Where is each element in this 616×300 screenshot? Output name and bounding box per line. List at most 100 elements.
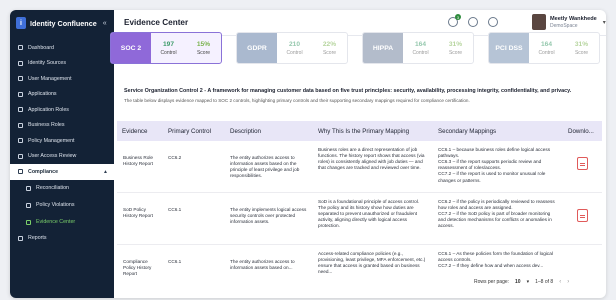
framework-card-soc2[interactable]: SOC 2 197 Control 15% Score	[110, 32, 222, 64]
controls-count: 210	[288, 40, 300, 48]
sidebar: i Identity Confluence « Dashboard Identi…	[10, 10, 114, 298]
framework-name: GDPR	[237, 33, 277, 63]
sidebar-item-label: Application Roles	[28, 106, 69, 113]
cell-primary-control: CC6.1	[168, 259, 182, 264]
sidebar-subitem-label: Reconciliation	[36, 185, 69, 191]
framework-name: HIPPA	[363, 33, 403, 63]
cell-primary-control: CC6.1	[168, 207, 182, 212]
controls-count: 164	[540, 40, 552, 48]
roles-icon	[18, 107, 23, 113]
cell-evidence: Business Role History Report	[123, 155, 153, 167]
double-chevron-left-icon[interactable]: «	[103, 20, 107, 27]
sidebar-item-applications[interactable]: Applications	[10, 87, 114, 103]
sidebar-item-dashboard[interactable]: Dashboard	[10, 40, 114, 56]
cell-primary-control: CC6.2	[168, 155, 182, 160]
framework-controls: 164 Control	[403, 41, 438, 56]
reports-icon	[18, 235, 23, 241]
sidebar-item-user-access-review[interactable]: User Access Review	[10, 149, 114, 165]
sidebar-item-application-roles[interactable]: Application Roles	[10, 102, 114, 118]
cell-secondary: CC6.1 – because business roles define lo…	[438, 147, 551, 183]
column-header-secondary[interactable]: Secondary Mappings	[433, 128, 563, 135]
framework-score: 31% Score	[564, 41, 599, 56]
cell-download	[563, 193, 602, 244]
pdf-download-icon[interactable]	[577, 157, 588, 170]
cell-why: Access-related compliance policies (e.g.…	[318, 251, 426, 275]
column-header-download[interactable]: Downlo...	[563, 128, 602, 135]
user-name: Meetly Wankhede	[550, 15, 597, 22]
sidebar-subitem-reconciliation[interactable]: Reconciliation	[10, 180, 114, 197]
table-row: SoD Policy History Report CC6.1 The enti…	[117, 193, 602, 245]
sidebar-item-label: Applications	[28, 91, 57, 98]
framework-card-gdpr[interactable]: GDPR 210 Control 22% Score	[236, 32, 348, 64]
sidebar-item-policy-management[interactable]: Policy Management	[10, 133, 114, 149]
apps-icon	[18, 91, 23, 97]
prev-page-icon[interactable]: ‹	[559, 279, 561, 285]
sidebar-subitem-evidence-center[interactable]: Evidence Center	[10, 214, 114, 231]
framework-name: SOC 2	[111, 33, 151, 63]
evidence-table: Evidence Primary Control Description Why…	[117, 121, 602, 281]
next-page-icon[interactable]: ›	[567, 279, 569, 285]
brand: i Identity Confluence «	[10, 10, 114, 36]
score-caption: Score	[448, 49, 463, 56]
cell-description: The entity implements logical access sec…	[230, 207, 307, 225]
evidence-icon	[26, 219, 31, 225]
controls-caption: Control	[538, 49, 555, 56]
cell-why: SoD is a foundational principle of acces…	[318, 199, 420, 229]
notification-badge: 3	[455, 14, 461, 20]
framework-card-hippa[interactable]: HIPPA 164 Control 31% Score	[362, 32, 474, 64]
table-header: Evidence Primary Control Description Why…	[117, 121, 602, 141]
cell-description: The entity authorizes access to informat…	[230, 155, 300, 179]
controls-count: 197	[162, 40, 174, 48]
framework-controls: 197 Control	[151, 41, 186, 56]
briefcase-icon	[18, 122, 23, 128]
sidebar-item-business-roles[interactable]: Business Roles	[10, 118, 114, 134]
avatar	[532, 14, 546, 30]
cell-evidence: SoD Policy History Report	[123, 207, 153, 219]
pdf-download-icon[interactable]	[577, 209, 588, 222]
framework-score: 22% Score	[312, 41, 347, 56]
sidebar-subitem-policy-violations[interactable]: Policy Violations	[10, 197, 114, 214]
sidebar-item-label: Business Roles	[28, 122, 65, 129]
framework-card-row: SOC 2 197 Control 15% Score GDPR 210 Contro…	[110, 32, 600, 64]
sidebar-item-compliance[interactable]: Compliance ▲	[10, 164, 114, 180]
page-title: Evidence Center	[124, 18, 189, 27]
column-header-evidence[interactable]: Evidence	[117, 128, 163, 135]
users-icon	[18, 76, 23, 82]
sidebar-item-label: Reports	[28, 235, 47, 242]
sidebar-item-label: User Access Review	[28, 153, 77, 160]
framework-score: 31% Score	[438, 41, 473, 56]
compliance-icon	[18, 169, 23, 175]
sidebar-item-identity-sources[interactable]: Identity Sources	[10, 56, 114, 72]
chevron-up-icon: ▲	[103, 168, 108, 175]
notification-bell-icon[interactable]: 3	[448, 14, 461, 27]
sidebar-nav: Dashboard Identity Sources User Manageme…	[10, 40, 114, 246]
controls-caption: Control	[412, 49, 429, 56]
framework-description-subtitle: The table below displays evidence mapped…	[124, 98, 470, 103]
column-header-description[interactable]: Description	[225, 128, 313, 135]
sidebar-subitem-label: Policy Violations	[36, 202, 75, 208]
rows-per-page-select[interactable]: 10	[515, 279, 521, 285]
framework-controls: 164 Control	[529, 41, 564, 56]
settings-gear-icon[interactable]	[468, 17, 478, 27]
sidebar-item-reports[interactable]: Reports	[10, 231, 114, 247]
violation-icon	[26, 202, 31, 208]
database-icon	[18, 60, 23, 66]
framework-name: PCI DSS	[489, 33, 529, 63]
chevron-down-icon: ▾	[602, 19, 606, 26]
controls-count: 164	[414, 40, 426, 48]
cell-description: The entity authorizes access to informat…	[230, 259, 295, 271]
sidebar-item-label: Dashboard	[28, 44, 54, 51]
pagination: Rows per page: 10 ▾ 1–8 of 8 ‹ ›	[472, 278, 572, 286]
framework-card-pci-dss[interactable]: PCI DSS 164 Control 31% Score	[488, 32, 600, 64]
review-icon	[18, 153, 23, 159]
column-header-why[interactable]: Why This Is the Primary Mapping	[313, 128, 433, 135]
column-header-primary-control[interactable]: Primary Control	[163, 128, 225, 135]
score-value: 15%	[196, 40, 211, 48]
sidebar-item-user-management[interactable]: User Management	[10, 71, 114, 87]
user-menu[interactable]: Meetly Wankhede DemoSpace ▾	[532, 14, 606, 30]
help-icon[interactable]	[488, 17, 498, 27]
sidebar-item-label: User Management	[28, 75, 72, 82]
table-row: Business Role History Report CC6.2 The e…	[117, 141, 602, 193]
sidebar-item-label: Identity Sources	[28, 60, 66, 67]
top-actions: 3	[448, 14, 498, 27]
